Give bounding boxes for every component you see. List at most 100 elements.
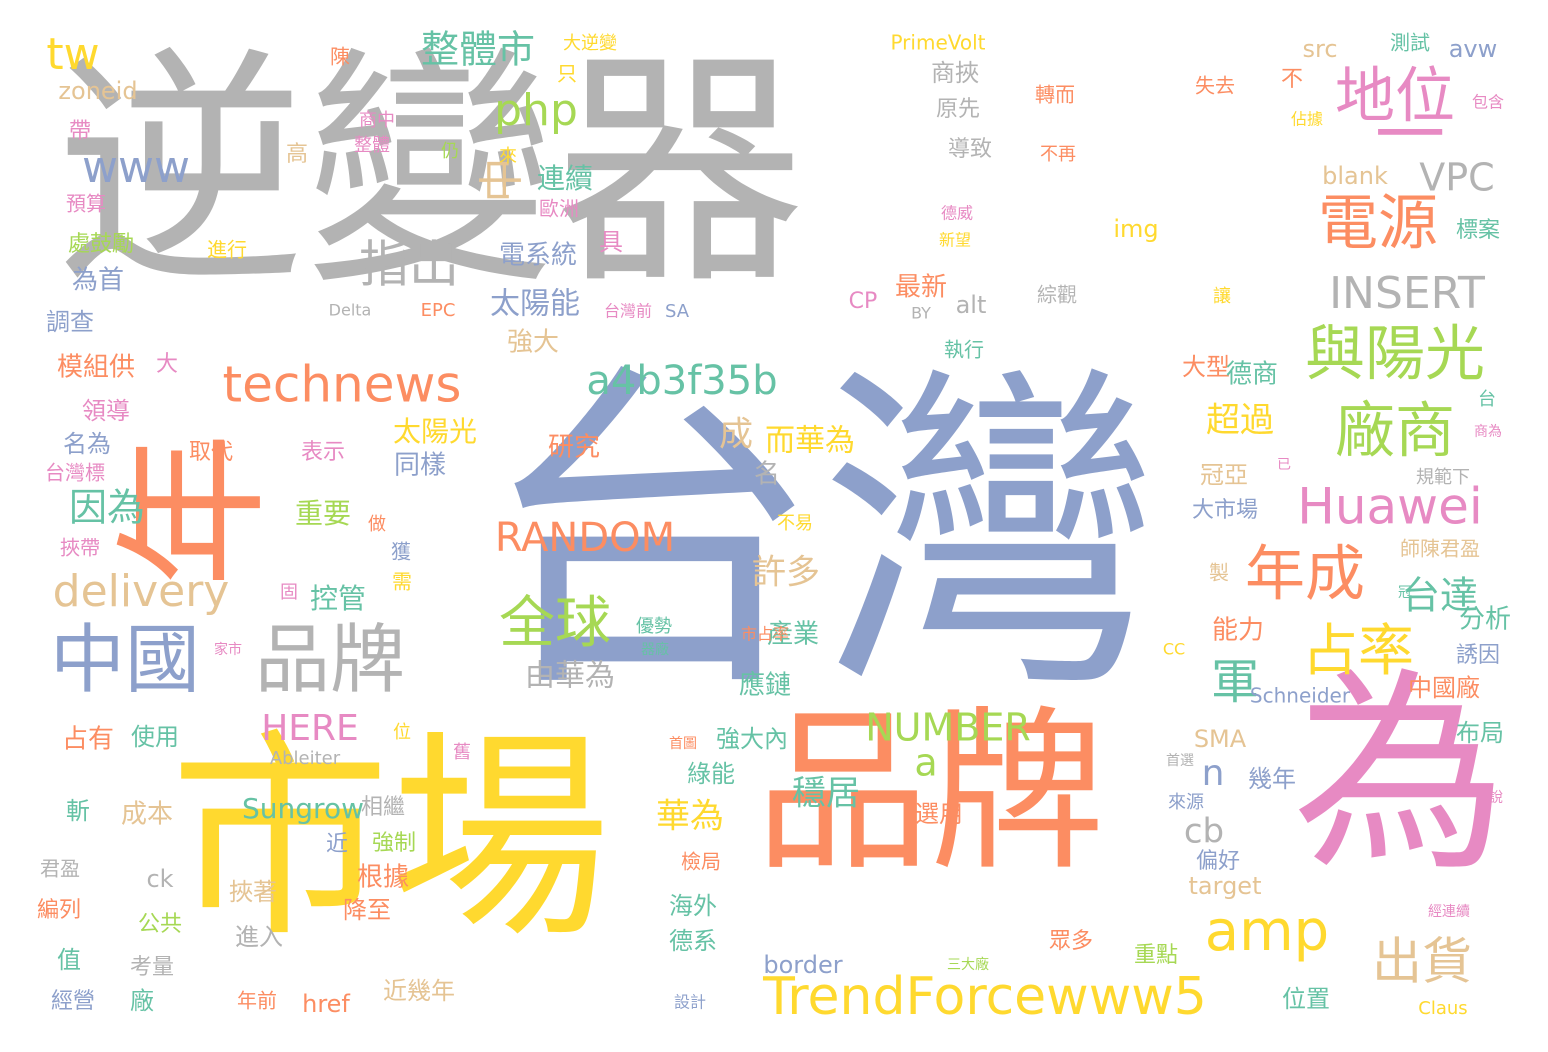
cloud-word: border [763, 951, 842, 979]
cloud-word: 使用 [131, 723, 179, 751]
cloud-word: 重要 [295, 497, 351, 530]
cloud-word: www [82, 142, 190, 193]
cloud-word: 由華為 [525, 659, 615, 694]
cloud-word: 最新 [895, 273, 947, 303]
cloud-word: 模組供 [57, 353, 135, 383]
cloud-word: zoneid [58, 77, 137, 105]
cloud-word: 因為 [69, 486, 145, 530]
cloud-word: 帶 [69, 119, 91, 144]
cloud-word: 來源 [1168, 792, 1204, 813]
cloud-word: 指出 [359, 236, 459, 294]
cloud-word: Delta [329, 301, 372, 320]
cloud-word: technews [223, 356, 462, 414]
cloud-word: 位置 [1282, 985, 1330, 1013]
cloud-word: src [1302, 35, 1337, 63]
cloud-word: 大逆變 [563, 33, 617, 54]
cloud-word: cb [1184, 812, 1224, 852]
cloud-word: 廠 [130, 987, 154, 1015]
cloud-word: 原先 [936, 97, 980, 122]
cloud-word: NUMBER [865, 706, 1031, 750]
cloud-word: 華為 [656, 797, 724, 837]
cloud-word: 值 [57, 946, 81, 974]
cloud-word: 標案 [1456, 218, 1500, 243]
cloud-word: 近 [326, 832, 348, 857]
cloud-word: 首選 [1166, 753, 1194, 769]
cloud-word: 廠商 [1335, 397, 1455, 467]
cloud-word: 整體市 [421, 28, 535, 72]
cloud-word: RANDOM [495, 515, 675, 561]
cloud-word: 太陽光 [393, 415, 477, 448]
cloud-word: 偏好 [1196, 849, 1240, 874]
cloud-word: 歐洲 [539, 197, 579, 221]
cloud-word: CP [849, 289, 878, 314]
cloud-word: a4b3f35b [586, 358, 777, 404]
cloud-word: Ableiter [270, 748, 341, 769]
cloud-word: 年前 [237, 989, 277, 1013]
cloud-word: delivery [53, 566, 230, 617]
cloud-word: 台灣標 [45, 461, 105, 485]
cloud-word: 名 [754, 460, 780, 490]
cloud-word: 說 [1489, 789, 1503, 806]
word-cloud: 逆變器 台灣 市場 品牌為年一中國 品牌 technews TrendForcewww5 Hu… [0, 0, 1548, 1052]
cloud-word: 不 [1281, 67, 1303, 92]
cloud-word: VPC [1419, 156, 1494, 200]
cloud-word: 占率 [1302, 619, 1414, 684]
cloud-word: 選用 [915, 800, 963, 828]
cloud-word: 綜觀 [1037, 283, 1077, 307]
cloud-word: 相繼 [361, 795, 405, 820]
cloud-word: 市占率 [741, 625, 789, 644]
cloud-word: 製 [1209, 561, 1229, 585]
cloud-word: 經營 [51, 989, 95, 1014]
cloud-word: 三大廠 [947, 956, 989, 973]
cloud-word: HERE [261, 708, 359, 749]
cloud-word: 台灣前 [604, 302, 652, 321]
cloud-word: 不再 [1040, 144, 1076, 165]
cloud-word: 斬 [66, 797, 90, 825]
cloud-word: 德系 [669, 927, 717, 955]
cloud-word: 進入 [235, 923, 283, 951]
cloud-word: 海外 [669, 892, 717, 920]
cloud-word: Schneider [1250, 684, 1351, 708]
cloud-word: 德威 [941, 204, 973, 223]
cloud-word: 挾帶 [60, 536, 100, 560]
cloud-word: 具 [599, 228, 623, 256]
cloud-word: 君盈 [40, 857, 80, 881]
cloud-word: a [914, 741, 937, 785]
cloud-word: 優勢 [636, 616, 672, 637]
cloud-word: 包含 [1472, 93, 1504, 112]
cloud-word: PrimeVolt [890, 31, 985, 55]
cloud-word: href [302, 990, 350, 1018]
cloud-word: 商挾 [931, 59, 979, 87]
cloud-word: 測試 [1390, 31, 1430, 55]
cloud-word: 眾多 [1049, 929, 1093, 954]
cloud-word: 應鏈 [739, 671, 791, 701]
cloud-word: 首圖 [669, 736, 697, 752]
cloud-word: 同樣 [394, 451, 446, 481]
cloud-word: 太陽能 [490, 287, 580, 322]
cloud-word: 預算 [66, 192, 106, 216]
cloud-word: 中國 [50, 616, 200, 704]
cloud-word: 挾著 [229, 878, 277, 906]
cloud-word: CC [1163, 640, 1185, 659]
cloud-word: 固 [280, 582, 298, 603]
cloud-word: 大 [156, 352, 178, 377]
cloud-word: target [1189, 872, 1262, 900]
cloud-word: 仍 [441, 141, 459, 162]
cloud-word: 出貨 [1372, 933, 1472, 991]
cloud-word: 規範下 [1416, 467, 1470, 488]
cloud-word: Claus [1418, 998, 1467, 1019]
cloud-word: 轉而 [1035, 83, 1075, 107]
cloud-word: 近幾年 [383, 977, 455, 1005]
cloud-word: 經連續 [1428, 904, 1470, 920]
cloud-word: 電系統 [499, 241, 577, 271]
cloud-word: 已 [1277, 457, 1291, 473]
cloud-word: 大市場 [1192, 498, 1258, 523]
cloud-word: EPC [421, 300, 456, 321]
cloud-word: 需 [392, 570, 412, 594]
cloud-word: n [1202, 753, 1225, 794]
cloud-word: 處鼓勵 [68, 232, 134, 257]
cloud-word: 導致 [948, 137, 992, 162]
cloud-word: 新望 [939, 231, 971, 250]
cloud-word: 重點 [1134, 943, 1178, 968]
cloud-word: 許多 [752, 553, 820, 593]
